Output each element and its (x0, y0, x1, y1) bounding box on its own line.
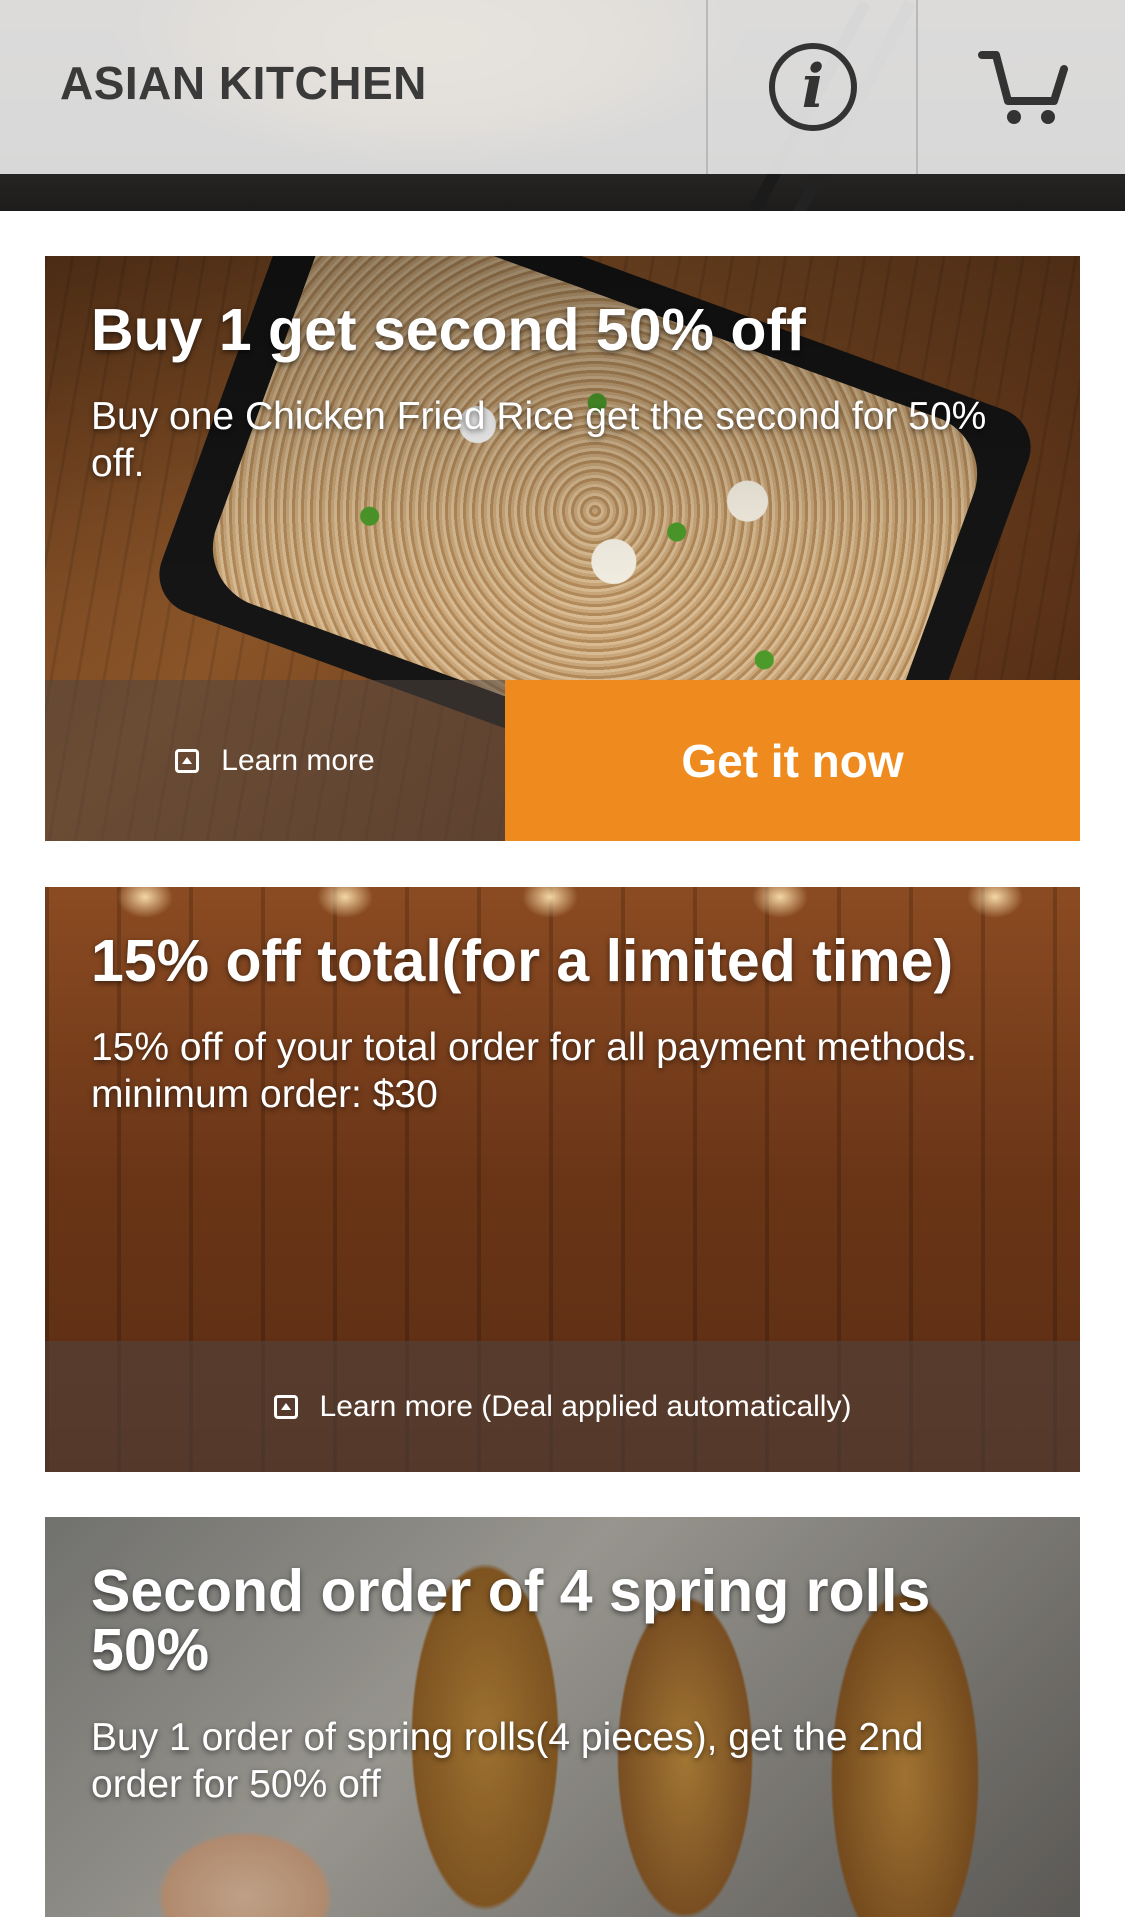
app-header: ASIAN KITCHEN i (0, 0, 1125, 211)
deal-title: Second order of 4 spring rolls 50% (91, 1558, 931, 1683)
deal-card: Second order of 4 spring rolls 50% Buy 1… (45, 1517, 1080, 1917)
learn-more-button[interactable]: Learn more (45, 680, 505, 841)
info-icon: i (769, 43, 857, 131)
expand-up-icon (273, 1394, 298, 1419)
deal-actions: Learn more (Deal applied automatically) (45, 1341, 1080, 1472)
header-bar: ASIAN KITCHEN i (0, 0, 1125, 174)
deal-description: Buy 1 order of spring rolls(4 pieces), g… (91, 1716, 924, 1806)
cart-button[interactable] (916, 0, 1125, 174)
learn-more-button[interactable]: Learn more (Deal applied automatically) (45, 1341, 1080, 1472)
deal-title: 15% off total(for a limited time) (91, 928, 954, 994)
learn-more-label: Learn more (Deal applied automatically) (319, 1389, 852, 1423)
cart-icon (978, 51, 1068, 124)
expand-up-icon (175, 748, 200, 773)
get-it-now-button[interactable]: Get it now (505, 680, 1080, 841)
info-button[interactable]: i (706, 0, 918, 174)
deal-description: 15% off of your total order for all paym… (91, 1026, 977, 1116)
brand-title[interactable]: ASIAN KITCHEN (60, 56, 427, 110)
learn-more-label: Learn more (221, 743, 375, 777)
deal-card: 15% off total(for a limited time) 15% of… (45, 887, 1080, 1472)
deal-description: Buy one Chicken Fried Rice get the secon… (91, 395, 987, 485)
deal-title: Buy 1 get second 50% off (91, 297, 806, 363)
deal-actions: Learn more Get it now (45, 680, 1080, 841)
deal-card: Buy 1 get second 50% off Buy one Chicken… (45, 256, 1080, 841)
